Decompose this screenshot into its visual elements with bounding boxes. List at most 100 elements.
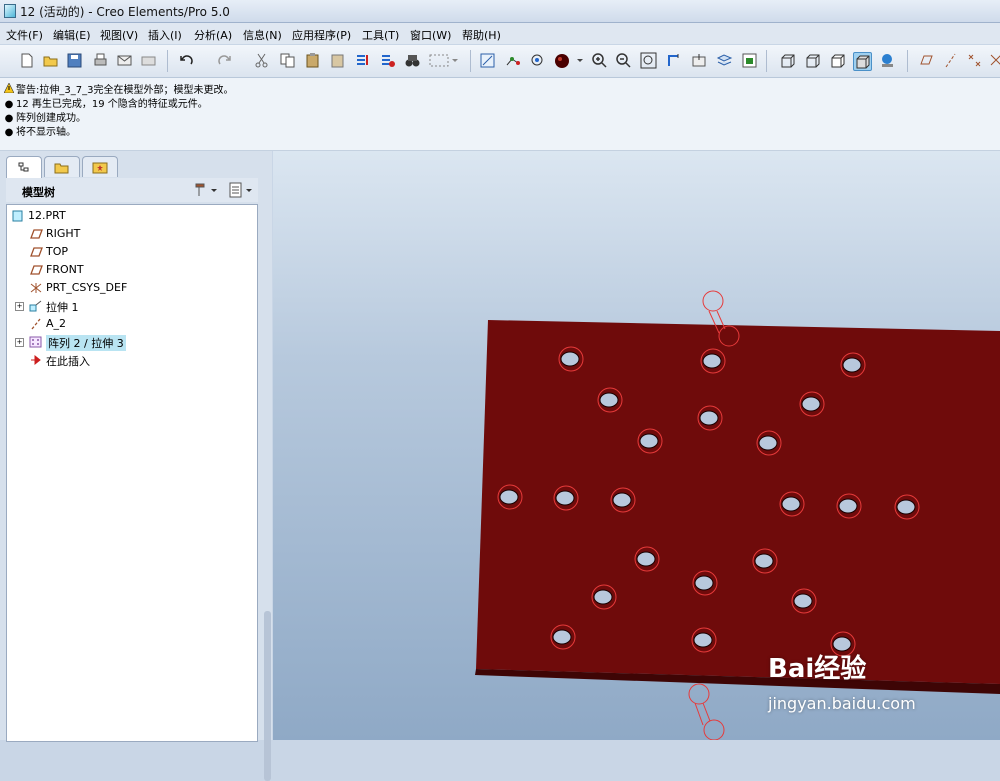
menu-applications[interactable]: 应用程序(P) — [292, 27, 351, 43]
toolbar-separator — [167, 50, 168, 72]
wireframe-icon[interactable] — [779, 52, 796, 69]
csys-icon — [29, 282, 43, 294]
reorient-icon[interactable] — [666, 52, 683, 69]
undo-icon[interactable] — [178, 52, 195, 69]
model-tree-title: 模型树 — [22, 186, 55, 199]
tree-node-label: 阵列 2 / 拉伸 3 — [46, 335, 126, 351]
tab-folder-browser[interactable] — [44, 156, 80, 177]
pattern-handle-bottom[interactable] — [688, 683, 725, 740]
tree-settings-icon[interactable] — [193, 182, 221, 198]
zoom-in-icon[interactable] — [591, 52, 608, 69]
csys-toggle-icon[interactable] — [988, 52, 1000, 69]
main-toolbar — [0, 45, 1000, 78]
regenerate-icon[interactable] — [354, 52, 371, 69]
no-hidden-icon[interactable] — [829, 52, 846, 69]
model-tree: 12.PRT RIGHT TOP FRONT PRT_CSYS_DEF + 拉伸… — [6, 204, 258, 742]
save-icon[interactable] — [66, 52, 83, 69]
message-line: ● 12 再生已完成，19 个隐含的特征或元件。 — [4, 95, 208, 110]
toolbar-separator — [907, 50, 908, 72]
menu-view[interactable]: 视图(V) — [100, 27, 138, 43]
tree-node-label: RIGHT — [46, 227, 81, 240]
menu-info[interactable]: 信息(N) — [243, 27, 282, 43]
panel-splitter[interactable] — [264, 611, 271, 781]
open-folder-icon[interactable] — [42, 52, 59, 69]
datum-plane-icon — [29, 246, 43, 258]
datum-axes-toggle-icon[interactable] — [942, 52, 959, 69]
redo-icon[interactable] — [216, 52, 233, 69]
saved-views-icon[interactable] — [691, 52, 708, 69]
refit-icon[interactable] — [640, 52, 657, 69]
datum-planes-toggle-icon[interactable] — [917, 52, 934, 69]
toolbar-separator — [766, 50, 767, 72]
new-file-icon[interactable] — [18, 52, 35, 69]
menu-analysis[interactable]: 分析(A) — [194, 27, 232, 43]
pattern-icon — [29, 336, 43, 348]
tree-node-label: 拉伸 1 — [46, 301, 79, 314]
baidu-watermark-logo: Bai经验 — [768, 654, 867, 684]
send-mail-icon[interactable] — [116, 52, 133, 69]
datum-axis-icon — [29, 318, 43, 330]
selection-box-icon[interactable] — [428, 52, 458, 69]
datum-point-icon[interactable] — [504, 52, 521, 69]
tab-model-tree[interactable] — [6, 156, 42, 178]
hidden-line-icon[interactable] — [804, 52, 821, 69]
sketch-icon[interactable] — [479, 52, 496, 69]
tree-node-label: 12.PRT — [28, 209, 66, 222]
menu-file[interactable]: 文件(F) — [6, 27, 43, 43]
toolbar-separator — [470, 50, 471, 72]
layers-icon[interactable] — [716, 52, 733, 69]
regen-manager-icon[interactable] — [379, 52, 396, 69]
model-tree-header: 模型树 — [6, 178, 258, 202]
menu-edit[interactable]: 编辑(E) — [53, 27, 91, 43]
menu-insert[interactable]: 插入(I) — [148, 27, 182, 43]
tree-node-label: PRT_CSYS_DEF — [46, 281, 128, 294]
extrude-icon — [29, 300, 43, 312]
tree-node-label: A_2 — [46, 317, 67, 330]
model-display-icon[interactable] — [879, 52, 896, 69]
print-icon[interactable] — [92, 52, 109, 69]
message-area: 警告:拉伸_3_7_3完全在模型外部；模型未更改。 ● 12 再生已完成，19 个… — [0, 78, 1000, 151]
message-line: ● 阵列创建成功。 — [4, 109, 86, 124]
menu-help[interactable]: 帮助(H) — [462, 27, 501, 43]
message-line: ● 将不显示轴。 — [4, 123, 76, 138]
model-canvas — [475, 290, 1000, 740]
tree-node-label: 在此插入 — [46, 355, 90, 368]
menu-window[interactable]: 窗口(W) — [410, 27, 451, 43]
message-line: 警告:拉伸_3_7_3完全在模型外部；模型未更改。 — [3, 81, 233, 96]
appearance-ball-icon[interactable] — [553, 52, 583, 69]
model-tree-icon — [18, 162, 29, 172]
navigator-panel: 模型树 12.PRT RIGHT TOP FRONT PRT_CSYS_DEF … — [0, 151, 272, 781]
info-bullet-icon: ● — [4, 127, 14, 138]
menu-bar: 文件(F) 编辑(E) 视图(V) 插入(I) 分析(A) 信息(N) 应用程序… — [0, 23, 1000, 44]
message-text: 将不显示轴。 — [16, 127, 76, 138]
graphics-window[interactable] — [273, 151, 1000, 740]
menu-tools[interactable]: 工具(T) — [362, 27, 399, 43]
tree-node-label: TOP — [46, 245, 69, 258]
datum-points-toggle-icon[interactable] — [966, 52, 983, 69]
paste-special-icon[interactable] — [329, 52, 346, 69]
window-title: 12 (活动的) - Creo Elements/Pro 5.0 — [20, 5, 230, 19]
tree-columns-icon[interactable] — [228, 182, 256, 198]
view-manager-icon[interactable] — [741, 52, 758, 69]
copy-icon[interactable] — [279, 52, 296, 69]
shading-icon[interactable] — [853, 52, 872, 71]
tree-node-label: FRONT — [46, 263, 84, 276]
datum-plane-icon — [29, 264, 43, 276]
baidu-watermark-url: jingyan.baidu.com — [768, 694, 916, 713]
paste-icon[interactable] — [304, 52, 321, 69]
tab-favorites[interactable] — [82, 156, 118, 177]
folder-browser-icon — [54, 163, 69, 174]
expand-toggle[interactable]: + — [15, 338, 24, 347]
send-link-icon[interactable] — [140, 52, 157, 69]
expand-toggle[interactable]: + — [15, 302, 24, 311]
title-bar: 12 (活动的) - Creo Elements/Pro 5.0 — [0, 0, 1000, 23]
datum-plane-icon — [29, 228, 43, 240]
search-binoculars-icon[interactable] — [404, 52, 421, 69]
part-icon — [11, 210, 25, 222]
insert-arrow-icon — [29, 354, 43, 366]
zoom-out-icon[interactable] — [615, 52, 632, 69]
favorites-icon — [92, 162, 108, 174]
orient-icon[interactable] — [529, 52, 546, 69]
app-icon — [4, 4, 16, 18]
cut-icon[interactable] — [253, 52, 270, 69]
